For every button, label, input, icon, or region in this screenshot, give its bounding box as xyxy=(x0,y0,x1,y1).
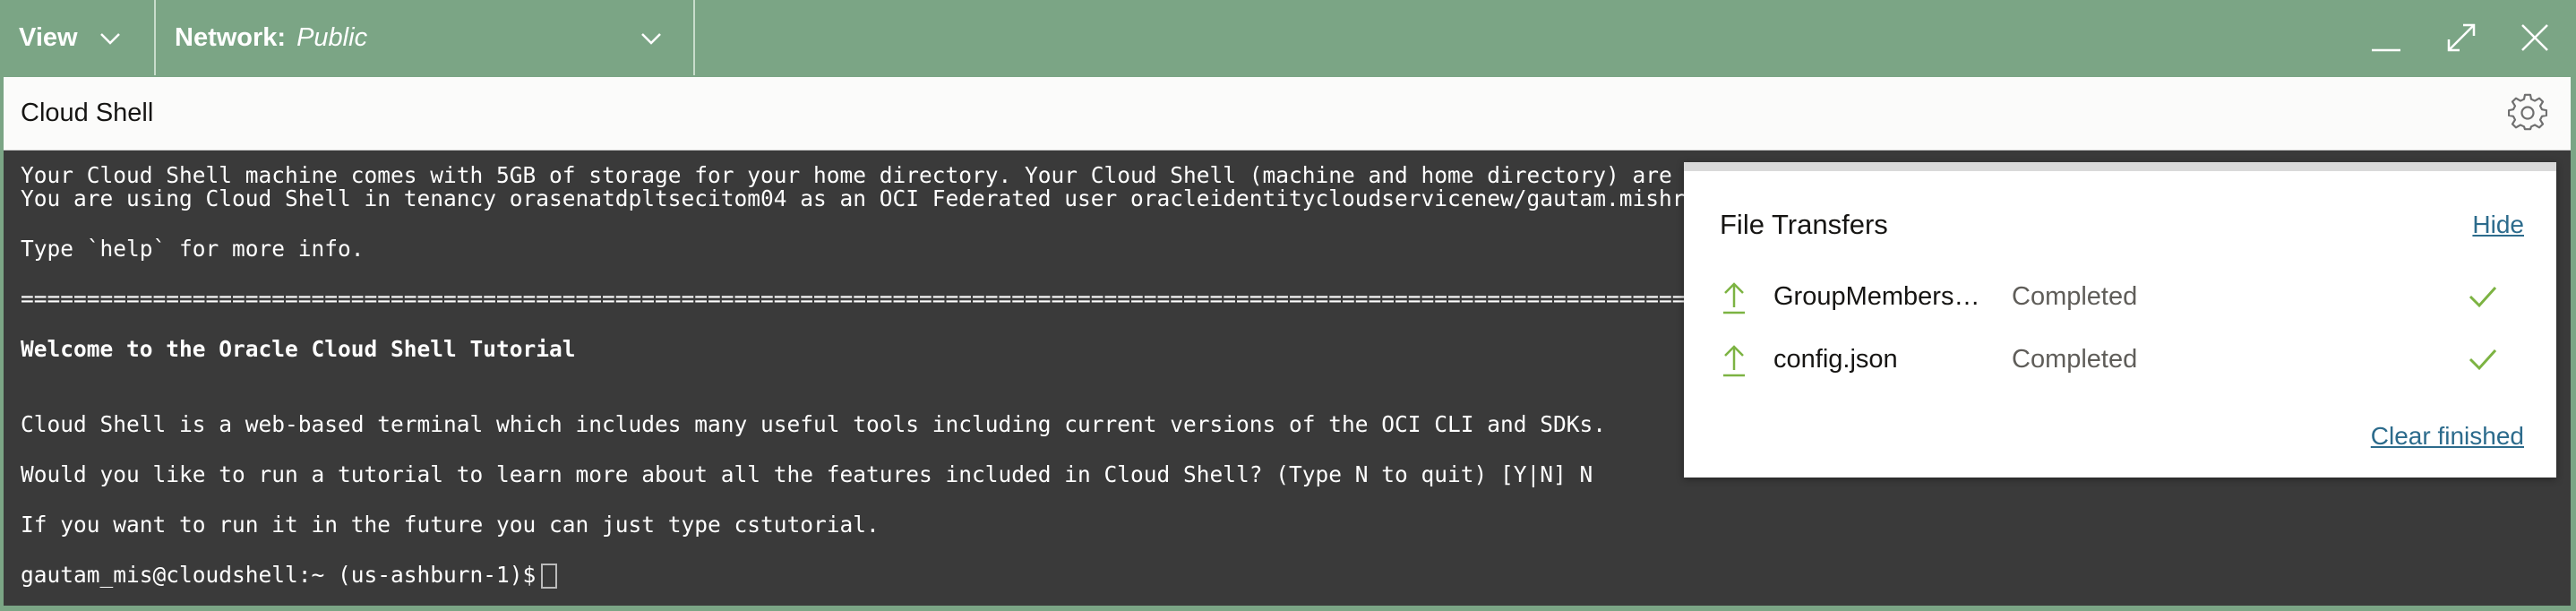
close-icon[interactable] xyxy=(2513,16,2556,59)
transfer-status: Completed xyxy=(2012,282,2138,311)
view-menu-label: View xyxy=(19,22,78,52)
transfer-status: Completed xyxy=(2012,345,2138,374)
upload-arrow-icon xyxy=(1723,345,1745,377)
terminal-separator: ========================================… xyxy=(21,286,1791,312)
view-menu[interactable]: View xyxy=(0,0,156,75)
transfer-row: config.json Completed xyxy=(1684,338,2556,383)
terminal-line: You are using Cloud Shell in tenancy ora… xyxy=(21,185,1778,211)
prompt-text: gautam_mis@cloudshell:~ (us-ashburn-1)$ xyxy=(21,562,537,588)
upload-arrow-icon xyxy=(1723,282,1745,314)
transfer-file-name: GroupMembers… xyxy=(1773,282,1979,311)
network-label: Network: xyxy=(175,22,287,52)
panel-title: Cloud Shell xyxy=(21,99,154,127)
check-icon xyxy=(2469,349,2497,371)
terminal-line: Would you like to run a tutorial to lear… xyxy=(21,461,1593,487)
top-bar: View Network: Public xyxy=(0,0,2576,75)
terminal-heading: Welcome to the Oracle Cloud Shell Tutori… xyxy=(21,336,576,362)
terminal-line: Type `help` for more info. xyxy=(21,236,365,262)
terminal-prompt: gautam_mis@cloudshell:~ (us-ashburn-1)$ xyxy=(21,562,558,589)
file-transfers-panel: File Transfers Hide GroupMembers… Comple… xyxy=(1684,162,2556,478)
file-transfers-title: File Transfers xyxy=(1720,209,1888,240)
chevron-down-icon xyxy=(641,33,661,45)
hide-link[interactable]: Hide xyxy=(2472,211,2524,239)
terminal-line: If you want to run it in the future you … xyxy=(21,512,880,538)
minimize-icon[interactable] xyxy=(2365,16,2408,59)
transfer-row: GroupMembers… Completed xyxy=(1684,275,2556,320)
network-value: Public xyxy=(296,22,368,52)
chevron-down-icon xyxy=(100,33,120,45)
maximize-icon[interactable] xyxy=(2440,16,2483,59)
clear-finished-link[interactable]: Clear finished xyxy=(2371,422,2524,451)
network-dropdown[interactable]: Network: Public xyxy=(156,0,695,75)
terminal-line: Cloud Shell is a web-based terminal whic… xyxy=(21,411,1607,437)
gear-icon[interactable] xyxy=(2508,93,2547,133)
check-icon xyxy=(2469,286,2497,308)
panel-header: Cloud Shell xyxy=(4,77,2571,151)
terminal-line: Your Cloud Shell machine comes with 5GB … xyxy=(21,162,1778,188)
transfer-file-name: config.json xyxy=(1773,345,1898,374)
terminal-cursor xyxy=(541,564,558,589)
